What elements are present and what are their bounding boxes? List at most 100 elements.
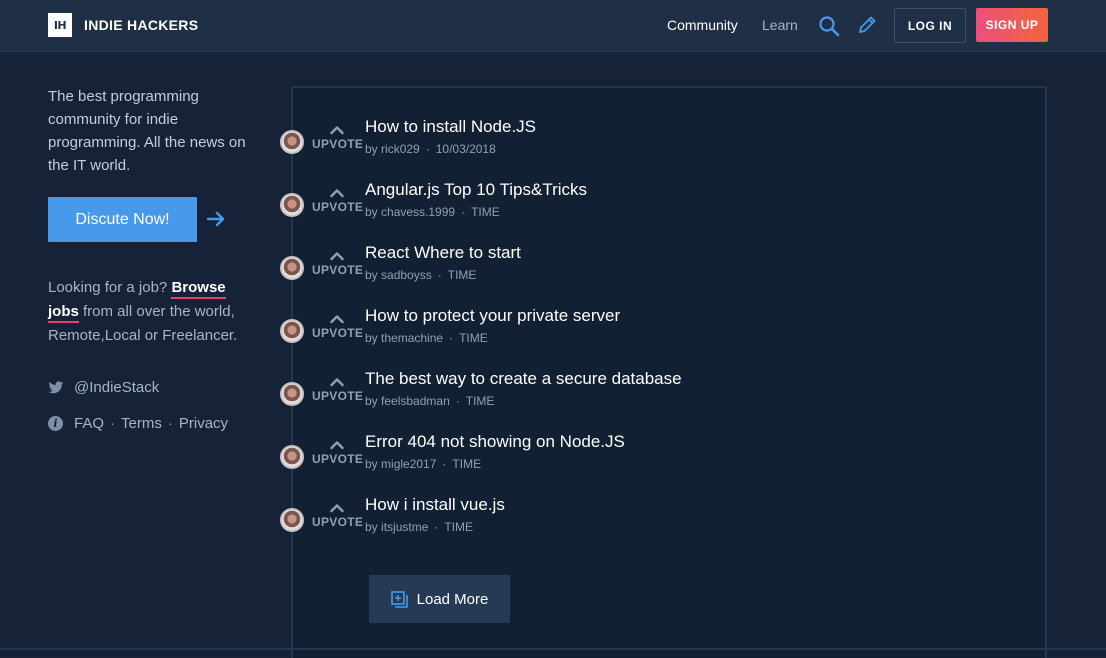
by-label: by (365, 457, 378, 471)
browse-jobs-link[interactable]: Browse (171, 279, 226, 299)
post-author-link[interactable]: sadboyss (381, 268, 432, 282)
post-author-link[interactable]: themachine (381, 331, 443, 345)
avatar[interactable] (280, 256, 304, 280)
post-title-link[interactable]: Angular.js Top 10 Tips&Tricks (365, 180, 587, 200)
site-tagline: The best programming community for indie… (48, 88, 246, 174)
chevron-up-icon (330, 441, 344, 450)
footer-links: i FAQ · Terms · Privacy (48, 415, 228, 432)
browse-jobs-link-2[interactable]: jobs (48, 303, 79, 323)
jobs-promo: Looking for a job? Browse jobs from all … (48, 276, 253, 348)
list-item[interactable]: UPVOTE React Where to start by sadboyss · TI… (280, 243, 980, 295)
add-box-icon (390, 590, 408, 608)
list-item[interactable]: UPVOTE Error 404 not showing on Node.JS by… (280, 432, 980, 484)
login-button[interactable]: LOG IN (894, 8, 966, 43)
post-author-link[interactable]: migle2017 (381, 457, 436, 471)
post-meta: by migle2017 · TIME (365, 457, 481, 471)
list-item[interactable]: UPVOTE How to install Node.JS by rick029 · 1… (280, 117, 980, 169)
separator: · (442, 457, 447, 471)
separator: · (167, 415, 173, 432)
post-time: TIME (459, 331, 488, 345)
separator: · (461, 205, 466, 219)
separator: · (425, 142, 430, 156)
post-time: TIME (465, 394, 495, 408)
post-meta: by chavess.1999 · TIME (365, 205, 500, 219)
list-item[interactable]: UPVOTE Angular.js Top 10 Tips&Tricks by ch… (280, 180, 980, 232)
post-author-link[interactable]: feelsbadman (381, 394, 450, 408)
upvote-label: UPVOTE (312, 263, 364, 277)
separator: · (449, 331, 454, 345)
post-meta: by feelsbadman · TIME (365, 394, 494, 408)
twitter-link[interactable]: @IndieStack (48, 379, 159, 396)
signup-button[interactable]: SIGN UP (976, 8, 1048, 42)
by-label: by (365, 268, 378, 282)
avatar[interactable] (280, 193, 304, 217)
upvote-label: UPVOTE (312, 452, 364, 466)
upvote-label: UPVOTE (312, 515, 364, 529)
upvote-button[interactable]: UPVOTE (312, 247, 364, 277)
post-title-link[interactable]: Error 404 not showing on Node.JS (365, 432, 625, 452)
logo[interactable]: IH INDIE HACKERS (48, 13, 198, 37)
avatar[interactable] (280, 382, 304, 406)
logo-text: INDIE HACKERS (84, 17, 199, 33)
post-title-link[interactable]: How to install Node.JS (365, 117, 536, 137)
bottom-divider (0, 648, 1106, 650)
by-label: by (365, 394, 378, 408)
arrow-right-icon[interactable] (206, 209, 226, 229)
privacy-link[interactable]: Privacy (179, 415, 228, 432)
pencil-icon[interactable] (856, 14, 878, 36)
chevron-up-icon (330, 252, 344, 261)
separator: · (455, 394, 460, 408)
by-label: by (365, 205, 378, 219)
chevron-up-icon (330, 189, 344, 198)
post-meta: by sadboyss · TIME (365, 268, 476, 282)
avatar[interactable] (280, 445, 304, 469)
upvote-button[interactable]: UPVOTE (312, 373, 364, 403)
jobs-prefix: Looking for a job? (48, 279, 168, 296)
separator: · (434, 520, 439, 534)
post-title-link[interactable]: React Where to start (365, 243, 521, 263)
by-label: by (365, 520, 378, 534)
post-author-link[interactable]: rick029 (381, 142, 420, 156)
info-icon: i (48, 416, 63, 431)
post-title-link[interactable]: The best way to create a secure database (365, 369, 682, 389)
post-title-link[interactable]: How to protect your private server (365, 306, 620, 326)
avatar[interactable] (280, 319, 304, 343)
upvote-button[interactable]: UPVOTE (312, 499, 364, 529)
upvote-label: UPVOTE (312, 389, 364, 403)
upvote-button[interactable]: UPVOTE (312, 436, 364, 466)
terms-link[interactable]: Terms (121, 415, 162, 432)
list-item[interactable]: UPVOTE How to protect your private server… (280, 306, 980, 358)
list-item[interactable]: UPVOTE The best way to create a secure da… (280, 369, 980, 421)
load-more-label: Load More (416, 590, 489, 608)
upvote-button[interactable]: UPVOTE (312, 184, 364, 214)
post-author-link[interactable]: itsjustme (381, 520, 428, 534)
post-meta: by themachine · TIME (365, 331, 488, 345)
upvote-button[interactable]: UPVOTE (312, 310, 363, 340)
avatar[interactable] (280, 130, 304, 154)
by-label: by (365, 142, 378, 156)
avatar[interactable] (280, 508, 304, 532)
list-item[interactable]: UPVOTE How i install vue.js by itsjustme · T… (280, 495, 980, 547)
post-time: TIME (447, 268, 477, 282)
separator: · (437, 268, 442, 282)
logo-mark: IH (48, 13, 72, 37)
post-time: TIME (452, 457, 482, 471)
post-author-link[interactable]: chavess.1999 (381, 205, 455, 219)
discuss-now-button[interactable]: Discute Now! (48, 197, 197, 242)
nav-community-link[interactable]: Community (667, 17, 738, 33)
twitter-handle: @IndieStack (74, 379, 160, 396)
nav-learn-link[interactable]: Learn (762, 17, 798, 33)
load-more-button[interactable]: Load More (369, 575, 510, 623)
post-meta: by itsjustme · TIME (365, 520, 473, 534)
post-title-link[interactable]: How i install vue.js (365, 495, 505, 515)
post-time: TIME (444, 520, 474, 534)
upvote-button[interactable]: UPVOTE (312, 121, 363, 151)
search-icon[interactable] (818, 15, 840, 37)
separator: · (110, 415, 116, 432)
upvote-label: UPVOTE (312, 200, 364, 214)
post-meta: by rick029 · 10/03/2018 (365, 142, 496, 156)
post-time: TIME (471, 205, 500, 219)
by-label: by (365, 331, 378, 345)
chevron-up-icon (330, 378, 344, 387)
faq-link[interactable]: FAQ (74, 415, 104, 432)
